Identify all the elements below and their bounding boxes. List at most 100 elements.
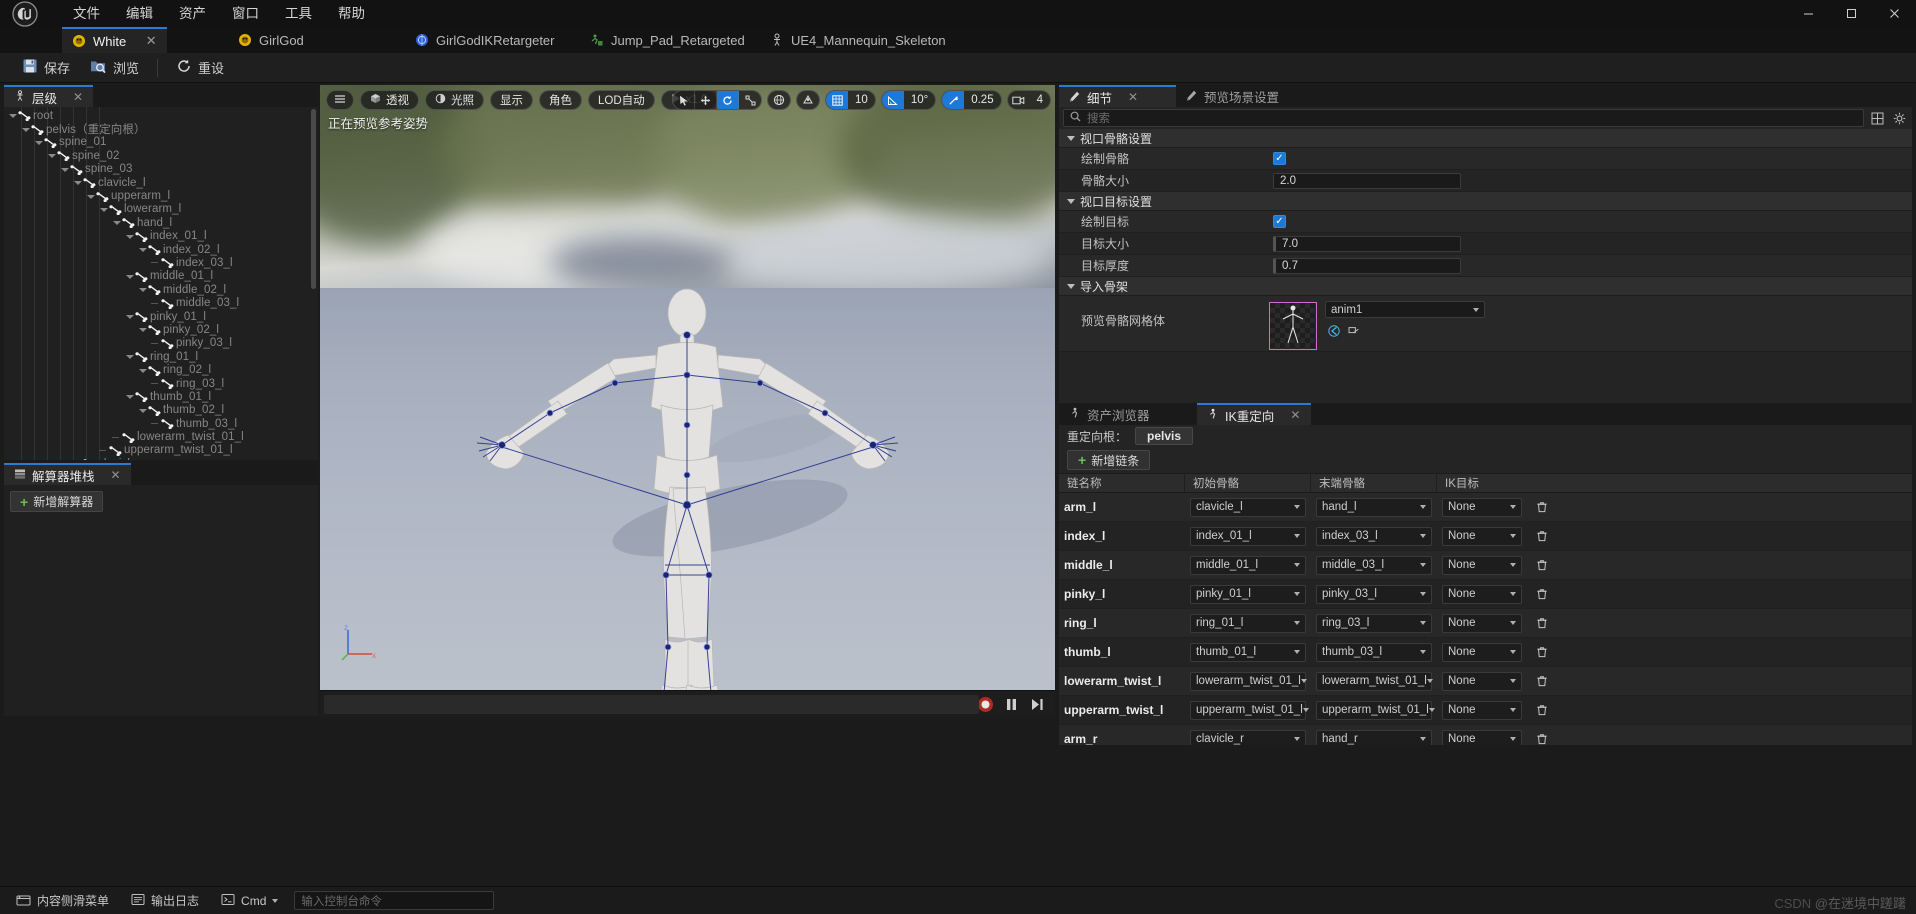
- delete-chain-button[interactable]: [1532, 672, 1552, 691]
- tree-twisty-icon[interactable]: [99, 446, 108, 455]
- scale-snap-control[interactable]: 0.25: [941, 90, 1002, 110]
- tree-twisty-icon[interactable]: [112, 433, 121, 442]
- bone-size-input[interactable]: 2.0: [1273, 172, 1461, 189]
- delete-chain-button[interactable]: [1532, 643, 1552, 662]
- bone-tree-item[interactable]: upperarm_l: [4, 189, 318, 202]
- bone-tree-item[interactable]: pinky_02_l: [4, 323, 318, 336]
- viewport-lod-button[interactable]: LOD自动: [588, 90, 655, 110]
- ik-goal-combo[interactable]: None: [1442, 729, 1522, 745]
- chain-table-row[interactable]: ring_l ring_01_l ring_03_l None: [1059, 609, 1912, 638]
- start-bone-combo[interactable]: clavicle_r: [1190, 729, 1306, 745]
- col-chain-name[interactable]: 链名称: [1059, 473, 1185, 493]
- start-bone-combo[interactable]: lowerarm_twist_01_l: [1190, 671, 1307, 691]
- bone-tree-item[interactable]: thumb_02_l: [4, 404, 318, 417]
- ik-goal-combo[interactable]: None: [1442, 555, 1522, 575]
- tab-preview-scene-settings[interactable]: 预览场景设置: [1176, 85, 1290, 107]
- doc-tab-white[interactable]: White ✕: [62, 27, 168, 53]
- delete-chain-button[interactable]: [1532, 556, 1552, 575]
- start-bone-combo[interactable]: thumb_01_l: [1190, 642, 1306, 662]
- details-grid-view-button[interactable]: [1868, 109, 1886, 127]
- section-viewport-skeleton-settings[interactable]: 视口骨骼设置: [1059, 129, 1912, 148]
- chain-table-row[interactable]: arm_r clavicle_r hand_r None: [1059, 725, 1912, 745]
- hierarchy-scrollbar[interactable]: [311, 109, 316, 289]
- start-bone-combo[interactable]: clavicle_l: [1190, 497, 1306, 517]
- viewport-show-button[interactable]: 显示: [490, 90, 533, 110]
- tab-ik-retargeting[interactable]: IK重定向 ✕: [1197, 403, 1311, 425]
- bone-tree-item[interactable]: hand_l: [4, 216, 318, 229]
- tree-twisty-icon[interactable]: [151, 258, 160, 267]
- bone-tree-item[interactable]: spine_02: [4, 149, 318, 162]
- end-bone-combo[interactable]: hand_r: [1316, 729, 1432, 745]
- start-bone-combo[interactable]: ring_01_l: [1190, 613, 1306, 633]
- close-icon[interactable]: ✕: [73, 90, 83, 104]
- grid-snap-control[interactable]: 10: [825, 90, 876, 110]
- doc-tab-jump-pad-retargeted[interactable]: Jump_Pad_Retargeted: [580, 27, 755, 53]
- scale-tool[interactable]: [739, 91, 761, 109]
- tree-twisty-icon[interactable]: [138, 366, 147, 375]
- start-bone-combo[interactable]: middle_01_l: [1190, 555, 1306, 575]
- step-forward-button[interactable]: [1025, 693, 1049, 715]
- angle-snap-control[interactable]: 10°: [880, 90, 937, 110]
- doc-tab-close-icon[interactable]: ✕: [145, 33, 157, 49]
- end-bone-combo[interactable]: thumb_03_l: [1316, 642, 1432, 662]
- add-solver-button[interactable]: + 新增解算器: [10, 491, 104, 512]
- unreal-engine-logo-icon[interactable]: [0, 0, 50, 27]
- bone-tree-item[interactable]: index_03_l: [4, 256, 318, 269]
- tree-twisty-icon[interactable]: [34, 138, 43, 147]
- close-icon[interactable]: ✕: [111, 468, 121, 482]
- bone-tree-item[interactable]: index_02_l: [4, 243, 318, 256]
- camera-speed-control[interactable]: 4: [1006, 90, 1051, 110]
- maximize-button[interactable]: [1830, 0, 1873, 27]
- tree-twisty-icon[interactable]: [125, 392, 134, 401]
- delete-chain-button[interactable]: [1532, 585, 1552, 604]
- doc-tab-girlgod[interactable]: GirlGod: [228, 27, 314, 53]
- select-tool[interactable]: [673, 91, 696, 109]
- goal-thickness-input[interactable]: 0.7: [1273, 257, 1461, 274]
- end-bone-combo[interactable]: pinky_03_l: [1316, 584, 1432, 604]
- end-bone-combo[interactable]: ring_03_l: [1316, 613, 1432, 633]
- section-viewport-goal-settings[interactable]: 视口目标设置: [1059, 192, 1912, 211]
- bone-tree-item[interactable]: middle_03_l: [4, 296, 318, 309]
- ik-goal-combo[interactable]: None: [1442, 671, 1522, 691]
- tree-twisty-icon[interactable]: [60, 165, 69, 174]
- end-bone-combo[interactable]: upperarm_twist_01_l: [1316, 700, 1435, 720]
- viewport-character-button[interactable]: 角色: [539, 90, 582, 110]
- tree-twisty-icon[interactable]: [125, 312, 134, 321]
- bone-tree-item[interactable]: clavicle_l: [4, 176, 318, 189]
- browse-to-asset-button[interactable]: [1325, 322, 1342, 339]
- goal-size-input[interactable]: 7.0: [1273, 235, 1461, 252]
- delete-chain-button[interactable]: [1532, 730, 1552, 746]
- bone-tree-item[interactable]: pinky_01_l: [4, 310, 318, 323]
- tree-twisty-icon[interactable]: [73, 459, 82, 460]
- timeline-scrubber[interactable]: [324, 695, 979, 714]
- bone-tree-item[interactable]: pelvis（重定向根）: [4, 122, 318, 136]
- bone-tree-item[interactable]: spine_01: [4, 136, 318, 149]
- search-input[interactable]: 搜索: [1063, 109, 1864, 127]
- doc-tab-girlgodikretargeter[interactable]: GirlGodIKRetargeter: [405, 27, 565, 53]
- tab-details[interactable]: 细节 ✕: [1059, 85, 1176, 107]
- tree-twisty-icon[interactable]: [151, 379, 160, 388]
- bone-tree-item[interactable]: thumb_03_l: [4, 417, 318, 430]
- close-button[interactable]: [1873, 0, 1916, 27]
- tree-twisty-icon[interactable]: [138, 406, 147, 415]
- chain-table-row[interactable]: lowerarm_twist_l lowerarm_twist_01_l lower…: [1059, 667, 1912, 696]
- bone-tree[interactable]: root pelvis（重定向根） spine_01 spine_02 spine_03…: [4, 107, 318, 460]
- delete-chain-button[interactable]: [1532, 701, 1552, 720]
- ik-goal-combo[interactable]: None: [1442, 526, 1522, 546]
- menu-edit[interactable]: 编辑: [113, 2, 166, 26]
- retarget-root-value[interactable]: pelvis: [1135, 427, 1194, 445]
- start-bone-combo[interactable]: index_01_l: [1190, 526, 1306, 546]
- rotate-tool[interactable]: [717, 91, 740, 109]
- viewport-lighting-button[interactable]: 光照: [425, 90, 484, 110]
- end-bone-combo[interactable]: lowerarm_twist_01_l: [1316, 671, 1433, 691]
- bone-tree-item[interactable]: index_01_l: [4, 230, 318, 243]
- cmd-button[interactable]: Cmd: [211, 890, 288, 912]
- output-log-button[interactable]: 输出日志: [121, 890, 209, 912]
- tree-twisty-icon[interactable]: [99, 205, 108, 214]
- tree-twisty-icon[interactable]: [125, 272, 134, 281]
- menu-window[interactable]: 窗口: [219, 2, 272, 26]
- bone-tree-item[interactable]: middle_02_l: [4, 283, 318, 296]
- delete-chain-button[interactable]: [1532, 614, 1552, 633]
- viewport-3d[interactable]: 正在预览参考姿势 透视 光照 显示 角色 LOD自动 10 10° 0.25 4…: [320, 85, 1055, 717]
- viewport-perspective-button[interactable]: 透视: [360, 90, 419, 110]
